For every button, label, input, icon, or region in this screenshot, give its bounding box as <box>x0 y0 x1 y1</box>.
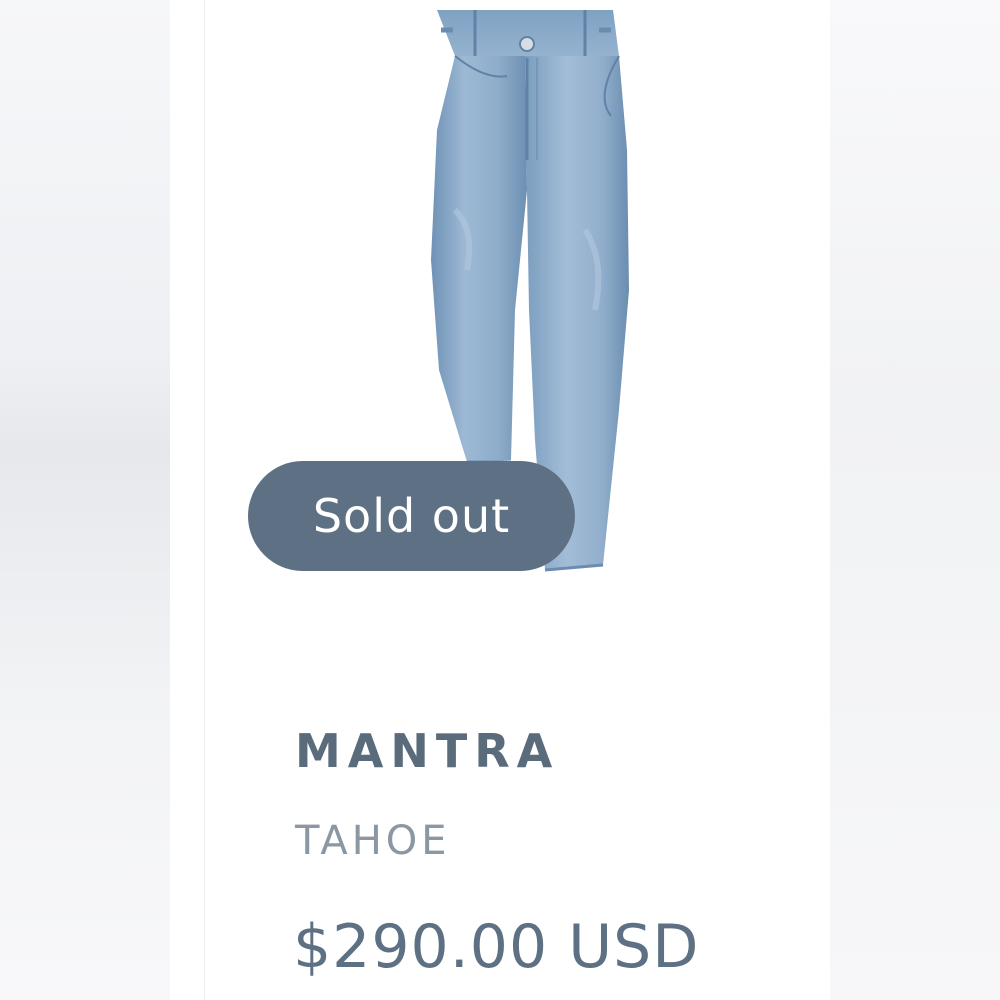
screenshot-stage: Sold out MANTRA TAHOE $290.00 USD <box>0 0 1000 1000</box>
product-card[interactable]: Sold out MANTRA TAHOE $290.00 USD <box>205 0 830 1000</box>
left-background-panel <box>0 0 170 1000</box>
panel-divider <box>170 0 205 1000</box>
sold-out-label: Sold out <box>312 489 511 543</box>
right-background-panel <box>830 0 1000 1000</box>
product-name[interactable]: TAHOE <box>295 818 451 864</box>
sold-out-badge: Sold out <box>248 461 575 571</box>
product-price: $290.00 USD <box>293 912 700 982</box>
product-brand[interactable]: MANTRA <box>295 724 559 778</box>
